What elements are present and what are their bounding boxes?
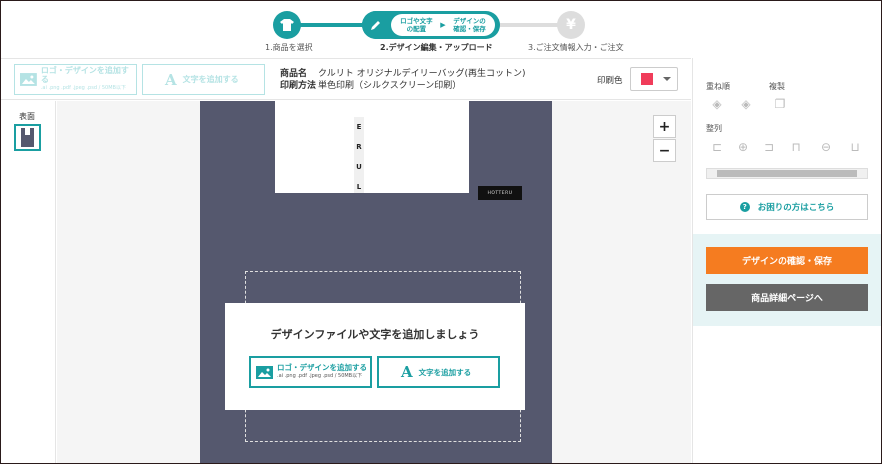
side-selector: 表面: [1, 101, 56, 463]
image-icon: [256, 365, 273, 379]
pencil-icon: [371, 21, 380, 30]
strap-letter: U: [356, 163, 362, 171]
add-logo-formats: .ai .png .pdf .jpeg .psd / 50MB以下: [40, 85, 126, 91]
progress-stepper: 1.商品を選択 ロゴや文字の配置 ▶ デザインの確認・保存 2.デザイン編集・ア…: [1, 2, 881, 57]
step2-substeps: ロゴや文字の配置 ▶ デザインの確認・保存: [391, 14, 495, 36]
product-detail-button[interactable]: 商品詳細ページへ: [706, 284, 868, 311]
prompt-add-text-label: 文字を追加する: [418, 367, 472, 377]
strap-letter: R: [356, 143, 362, 151]
substep-arrow-icon: ▶: [440, 21, 446, 29]
yen-icon: ¥: [557, 11, 585, 39]
add-text-label: 文字を追加する: [182, 75, 239, 84]
align-bottom-icon[interactable]: ⊔: [848, 140, 862, 154]
strap-letter: L: [356, 183, 362, 191]
design-canvas[interactable]: E R U L HOTTERU + − デザインファイルや文字を追加しましょう …: [57, 101, 691, 463]
product-info: 商品名 クルリト オリジナルデイリーバッグ(再生コットン) 印刷方法 単色印刷（シル…: [280, 68, 526, 92]
color-swatch: [641, 73, 653, 85]
prompt-title: デザインファイルや文字を追加しましょう: [270, 328, 480, 341]
top-toolbar: ロゴ・デザインを追加する .ai .png .pdf .jpeg .psd / …: [1, 58, 691, 100]
question-icon: ?: [739, 202, 750, 212]
prompt-add-logo-button[interactable]: ロゴ・デザインを追加する .ai .png .pdf .jpeg .psd / …: [249, 356, 372, 388]
help-button[interactable]: ? お困りの方はこちら: [706, 194, 868, 220]
confirm-save-button[interactable]: デザインの確認・保存: [706, 247, 868, 274]
bring-forward-icon[interactable]: ◈: [710, 97, 724, 111]
bag-opening: [275, 101, 469, 193]
bag-handle-left: [200, 101, 275, 193]
scrollbar-thumb[interactable]: [717, 170, 857, 177]
prompt-add-logo-label: ロゴ・デザインを追加する: [277, 363, 367, 372]
add-logo-button[interactable]: ロゴ・デザインを追加する .ai .png .pdf .jpeg .psd / …: [14, 64, 137, 95]
align-label: 整列: [706, 124, 722, 133]
side-front-label: 表面: [19, 112, 35, 121]
print-color-select[interactable]: [630, 67, 678, 91]
zoom-out-button[interactable]: −: [653, 139, 676, 162]
substep-confirm: デザインの確認・保存: [453, 17, 486, 33]
prompt-add-text-button[interactable]: A 文字を追加する: [377, 356, 500, 388]
product-name-key: 商品名: [280, 69, 308, 79]
prompt-add-logo-formats: .ai .png .pdf .jpeg .psd / 50MB以下: [277, 373, 363, 379]
send-backward-icon[interactable]: ◈: [739, 97, 753, 111]
right-panel: 重ね順 複製 ◈ ◈ ❐ 整列 ⊏ ⊕ ⊐ ⊓ ⊖ ⊔ ? お困りの方はこちら …: [692, 58, 881, 463]
image-icon: [20, 73, 37, 86]
substep-layout: ロゴや文字の配置: [400, 17, 433, 33]
step1-circle[interactable]: [273, 11, 301, 39]
layer-order-label: 重ね順: [706, 82, 730, 91]
align-left-icon[interactable]: ⊏: [710, 140, 724, 154]
bag-inner-strap: E R U L: [354, 117, 364, 197]
bag-brand-tag: HOTTERU: [478, 186, 522, 200]
side-front-thumbnail[interactable]: [14, 124, 41, 151]
letter-a-icon: A: [401, 363, 413, 381]
align-middle-icon[interactable]: ⊖: [819, 140, 833, 154]
align-right-icon[interactable]: ⊐: [762, 140, 776, 154]
align-scrollbar[interactable]: [706, 168, 868, 179]
align-center-icon[interactable]: ⊕: [736, 140, 750, 154]
chevron-down-icon: [663, 77, 671, 81]
empty-design-prompt: デザインファイルや文字を追加しましょう ロゴ・デザインを追加する .ai .pn…: [225, 303, 525, 410]
step2-label: 2.デザイン編集・アップロード: [380, 43, 493, 52]
help-label: お困りの方はこちら: [757, 203, 835, 213]
add-logo-label: ロゴ・デザインを追加する: [40, 66, 129, 84]
bag-handle-right: [469, 101, 552, 193]
step1-label: 1.商品を選択: [265, 43, 313, 52]
letter-a-icon: A: [165, 70, 177, 89]
print-method-key: 印刷方法: [280, 81, 317, 91]
strap-letter: E: [356, 123, 362, 131]
tshirt-icon: [280, 19, 294, 31]
app-frame: 1.商品を選択 ロゴや文字の配置 ▶ デザインの確認・保存 2.デザイン編集・ア…: [0, 0, 882, 464]
zoom-in-button[interactable]: +: [653, 115, 676, 138]
action-area: デザインの確認・保存 商品詳細ページへ: [693, 234, 881, 326]
add-text-button[interactable]: A 文字を追加する: [142, 64, 265, 95]
duplicate-label: 複製: [769, 82, 785, 91]
bag-thumbnail-icon: [21, 128, 34, 147]
step2-circle: [362, 11, 390, 39]
step3-label: 3.ご注文情報入力・ご注文: [528, 43, 624, 52]
print-color-label: 印刷色: [597, 76, 623, 86]
print-method-value: 単色印刷（シルクスクリーン印刷）: [318, 81, 462, 91]
align-top-icon[interactable]: ⊓: [789, 140, 803, 154]
duplicate-icon[interactable]: ❐: [773, 97, 787, 111]
product-name-value: クルリト オリジナルデイリーバッグ(再生コットン): [318, 69, 526, 79]
